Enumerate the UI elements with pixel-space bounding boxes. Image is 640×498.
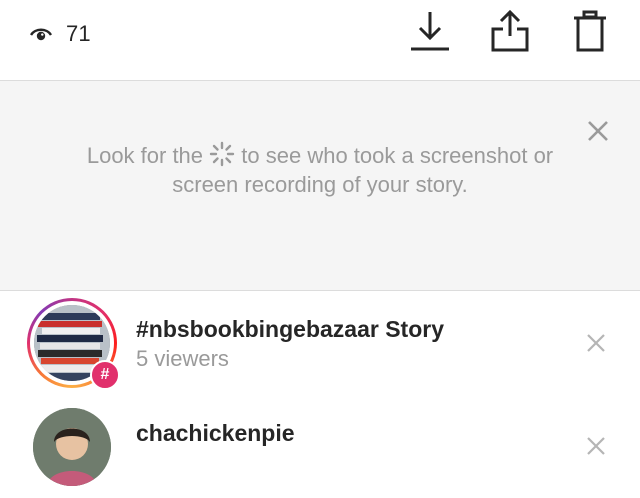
- trash-icon: [573, 10, 607, 57]
- viewer-row[interactable]: chachickenpie: [0, 398, 640, 498]
- view-count-group[interactable]: 71: [30, 20, 91, 48]
- hashtag-badge: #: [90, 360, 120, 390]
- share-icon: [490, 9, 530, 58]
- close-icon[interactable]: [586, 119, 610, 143]
- avatar[interactable]: #: [27, 298, 120, 390]
- viewer-row[interactable]: # #nbsbookbingebazaar Story 5 viewers: [0, 291, 640, 391]
- screenshot-sparkle-icon: [209, 141, 241, 168]
- screenshot-notice: Look for the to see who took a screensho…: [0, 81, 640, 290]
- eye-icon: [30, 26, 52, 42]
- viewer-title: chachickenpie: [136, 420, 295, 446]
- view-count: 71: [66, 21, 91, 46]
- download-icon: [410, 10, 450, 57]
- notice-text-before: Look for the: [86, 143, 204, 168]
- avatar[interactable]: [33, 408, 111, 486]
- download-button[interactable]: [410, 10, 450, 56]
- close-icon[interactable]: [586, 436, 606, 456]
- viewer-subtitle: 5 viewers: [136, 346, 229, 371]
- story-actions: [410, 9, 610, 58]
- viewer-title: #nbsbookbingebazaar Story: [136, 316, 445, 342]
- story-viewer-header: 71: [0, 0, 640, 80]
- close-icon[interactable]: [586, 333, 606, 353]
- share-button[interactable]: [490, 9, 530, 58]
- delete-button[interactable]: [570, 10, 610, 56]
- notice-text: Look for the to see who took a screensho…: [60, 141, 580, 199]
